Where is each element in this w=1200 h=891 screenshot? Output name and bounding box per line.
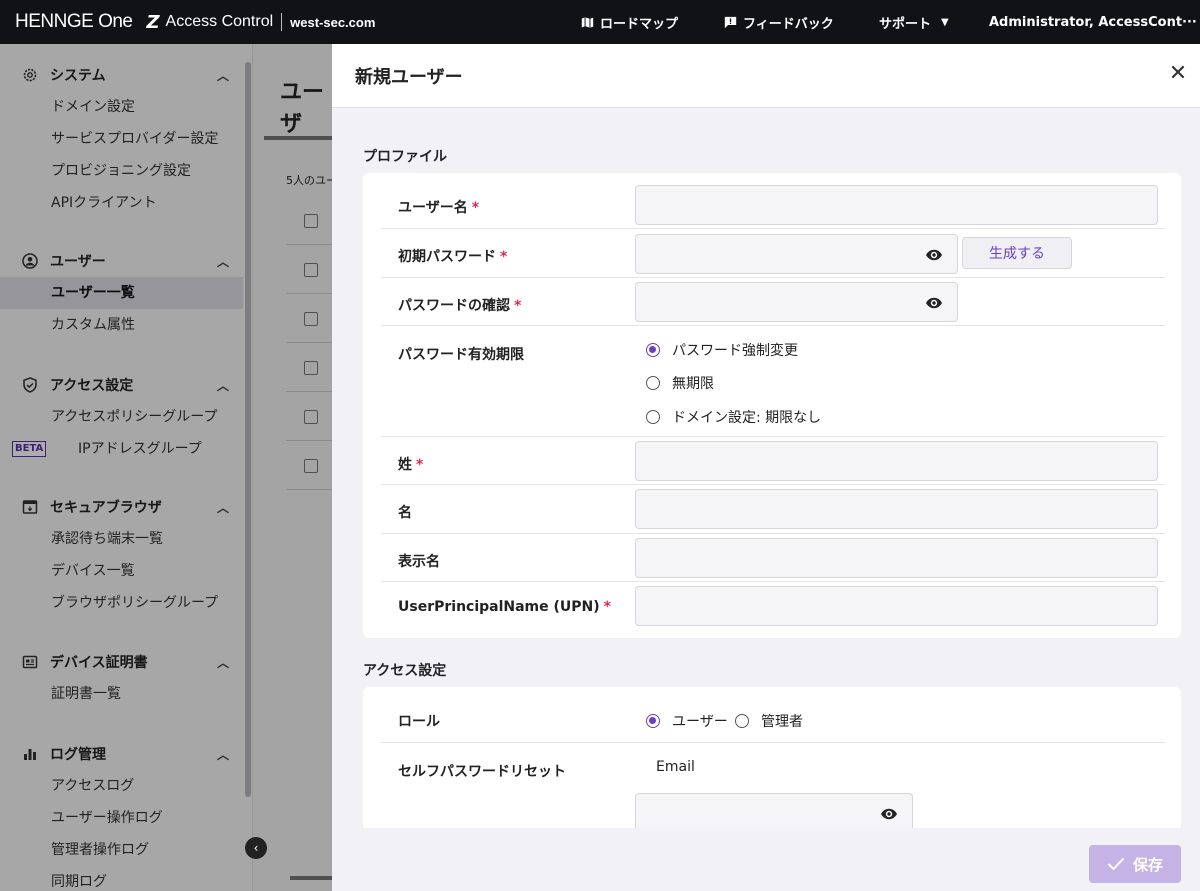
role-row: ロール ユーザー 管理者 xyxy=(381,694,1165,743)
display-name-row: 表示名 xyxy=(381,534,1165,582)
last-name-row: 姓 * xyxy=(381,437,1165,485)
radio-unselected[interactable] xyxy=(646,410,660,424)
required-mark: * xyxy=(500,249,508,265)
profile-heading: プロファイル xyxy=(363,149,447,165)
required-mark: * xyxy=(603,599,611,615)
self-reset-label: セルフパスワードリセット xyxy=(398,764,566,780)
collapse-sidebar-button[interactable]: ‹ xyxy=(245,837,267,859)
save-button[interactable]: 保存 xyxy=(1089,845,1181,883)
upn-row: UserPrincipalName (UPN) * xyxy=(381,582,1165,634)
first-name-input[interactable] xyxy=(635,489,1158,529)
label-text: パスワードの確認 xyxy=(398,298,510,314)
roadmap-link[interactable]: ロードマップ xyxy=(581,0,678,44)
eye-icon[interactable] xyxy=(880,805,898,823)
top-bar: HENNGE One Z Access Control west-sec.com… xyxy=(0,0,1200,44)
access-settings-heading: アクセス設定 xyxy=(363,663,447,679)
label-text: UserPrincipalName (UPN) xyxy=(398,599,600,615)
last-name-label: 姓 * xyxy=(398,454,423,474)
password-expiry-label: パスワード有効期限 xyxy=(398,347,524,363)
expiry-option-domain-setting[interactable]: ドメイン設定: 期限なし xyxy=(646,407,821,427)
modal-overlay[interactable] xyxy=(0,44,332,891)
profile-card: ユーザー名 * 初期パスワード * 生成する パスワードの確認 * パスワード有効 xyxy=(363,173,1181,638)
save-label: 保存 xyxy=(1132,855,1163,874)
product-name: Access Control xyxy=(165,13,274,30)
upn-label: UserPrincipalName (UPN) * xyxy=(398,599,611,615)
divider xyxy=(281,13,283,31)
upn-input[interactable] xyxy=(635,586,1158,626)
confirm-password-label: パスワードの確認 * xyxy=(398,295,521,315)
radio-unselected[interactable] xyxy=(646,376,660,390)
radio-label: ドメイン設定: 期限なし xyxy=(672,410,822,426)
first-name-row: 名 xyxy=(381,485,1165,534)
display-name-input[interactable] xyxy=(635,538,1158,578)
account-menu[interactable]: Administrator, AccessCont··· xyxy=(989,0,1197,44)
roadmap-label: ロードマップ xyxy=(600,16,679,32)
required-mark: * xyxy=(416,457,424,473)
access-settings-card: ロール ユーザー 管理者 セルフパスワードリセット Email xyxy=(363,687,1181,828)
required-mark: * xyxy=(514,298,522,314)
support-menu[interactable]: サポート ▼ xyxy=(879,0,949,44)
username-row: ユーザー名 * xyxy=(381,180,1165,229)
tenant-domain: west-sec.com xyxy=(290,14,376,30)
access-control-logo-icon: Z xyxy=(146,11,160,33)
confirm-password-input[interactable] xyxy=(635,282,958,322)
feedback-link[interactable]: フィードバック xyxy=(724,0,834,44)
map-icon xyxy=(581,16,594,28)
self-reset-email-input[interactable] xyxy=(635,793,913,828)
expiry-option-force-change[interactable]: パスワード強制変更 xyxy=(646,340,798,360)
eye-icon[interactable] xyxy=(925,246,943,264)
drawer-footer: 保存 xyxy=(332,828,1200,891)
chevron-left-icon: ‹ xyxy=(253,841,259,855)
drawer-header: 新規ユーザー ✕ xyxy=(332,44,1200,108)
caret-down-icon: ▼ xyxy=(941,16,949,28)
radio-label: 管理者 xyxy=(761,714,803,730)
drawer-title: 新規ユーザー xyxy=(355,66,463,88)
generate-password-button[interactable]: 生成する xyxy=(962,237,1072,269)
label-text: 初期パスワード xyxy=(398,249,496,265)
init-password-row: 初期パスワード * 生成する xyxy=(381,229,1165,278)
drawer-body: プロファイル ユーザー名* 初期パスワード* 生成する パスワードの確認* xyxy=(332,108,1200,828)
expiry-option-unlimited[interactable]: 無期限 xyxy=(646,373,714,393)
label-text: ユーザー名 xyxy=(398,200,468,216)
eye-icon[interactable] xyxy=(925,294,943,312)
support-label: サポート xyxy=(879,16,932,32)
radio-label: パスワード強制変更 xyxy=(672,343,798,359)
self-reset-row: セルフパスワードリセット Email xyxy=(381,743,1165,828)
radio-selected[interactable] xyxy=(646,714,660,728)
radio-label: 無期限 xyxy=(672,376,714,392)
display-name-label: 表示名 xyxy=(398,554,440,570)
password-expiry-row: パスワード有効期限 パスワード強制変更 無期限 ドメイン設定: 期限なし xyxy=(381,326,1165,437)
feedback-label: フィードバック xyxy=(743,16,834,32)
last-name-input[interactable] xyxy=(635,441,1158,481)
henngeone-logo[interactable]: HENNGE One xyxy=(15,11,133,33)
init-password-label: 初期パスワード * xyxy=(398,246,507,266)
radio-label: ユーザー xyxy=(672,714,728,730)
username-input[interactable] xyxy=(635,185,1158,225)
account-label: Administrator, AccessCont··· xyxy=(989,14,1197,30)
radio-unselected[interactable] xyxy=(735,714,749,728)
init-password-input[interactable] xyxy=(635,234,958,274)
confirm-password-row: パスワードの確認 * xyxy=(381,278,1165,326)
required-mark: * xyxy=(471,200,480,216)
checkmark-icon xyxy=(1107,857,1125,871)
close-icon[interactable]: ✕ xyxy=(1166,62,1190,86)
label-text: 姓 xyxy=(398,457,412,473)
role-option-user[interactable]: ユーザー xyxy=(646,711,728,731)
radio-selected[interactable] xyxy=(646,343,660,357)
username-label: ユーザー名 * xyxy=(398,197,479,217)
email-label: Email xyxy=(656,759,695,775)
new-user-drawer: 新規ユーザー ✕ プロファイル ユーザー名 * 初期パスワード * 生成する パスワ… xyxy=(332,44,1200,891)
role-option-admin[interactable]: 管理者 xyxy=(735,711,803,731)
role-label: ロール xyxy=(398,714,440,730)
first-name-label: 名 xyxy=(398,505,412,521)
feedback-icon xyxy=(724,16,737,28)
